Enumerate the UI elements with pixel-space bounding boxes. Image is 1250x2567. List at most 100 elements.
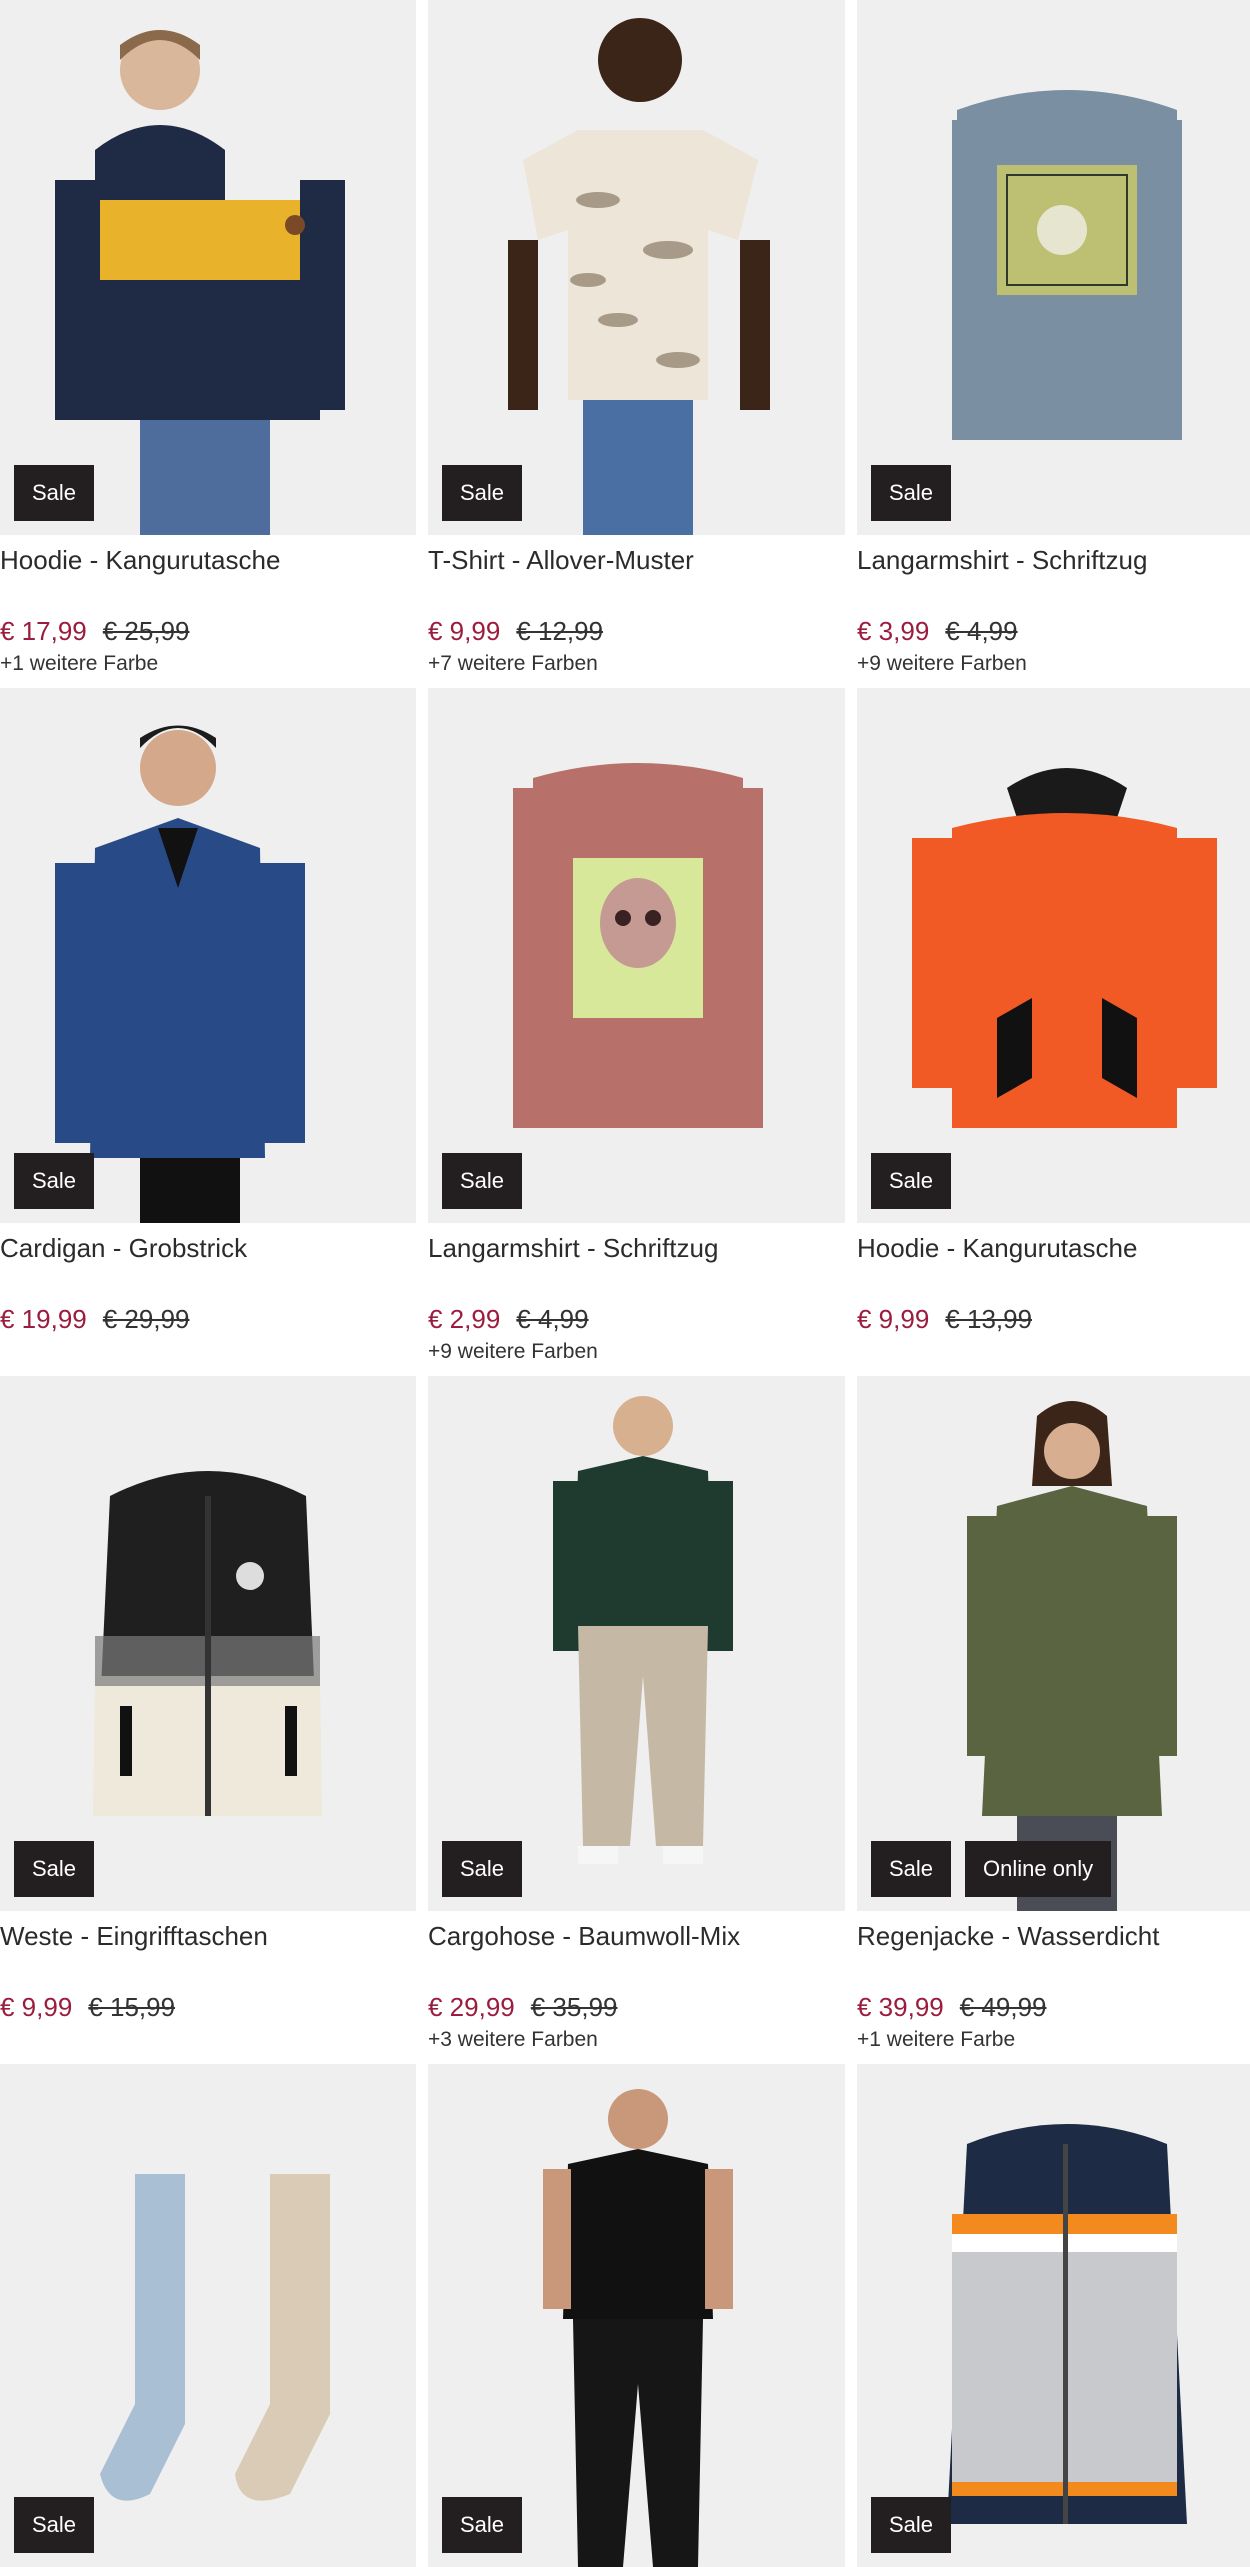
product-card[interactable]: Sale Hoodie - Kangurutasche € 9,99 € 13,9…	[857, 688, 1250, 1376]
product-image[interactable]: Sale	[0, 1376, 416, 1911]
old-price: € 12,99	[516, 616, 604, 646]
product-image[interactable]: Sale	[0, 0, 416, 535]
product-image[interactable]: Sale	[428, 688, 845, 1223]
product-info[interactable]: Regenjacke - Wasserdicht € 39,99 € 49,99 …	[857, 1911, 1250, 2064]
longsleeve-skull-image	[428, 688, 845, 1223]
sale-badge: Sale	[14, 1841, 95, 1897]
product-grid: Sale Hoodie - Kangurutasche € 17,99 € 25,…	[0, 0, 1250, 2567]
product-card[interactable]: Sale	[857, 2064, 1250, 2567]
product-name[interactable]: Hoodie - Kangurutasche	[0, 545, 280, 576]
price-row: € 9,99 € 15,99	[0, 1992, 175, 2023]
badge-group: Sale	[442, 465, 523, 521]
current-price: € 9,99	[857, 1304, 930, 1334]
sale-badge: Sale	[14, 1153, 95, 1209]
vest-image	[0, 1376, 416, 1911]
more-colors[interactable]: +1 weitere Farbe	[857, 2028, 1015, 2052]
product-name[interactable]: Hoodie - Kangurutasche	[857, 1233, 1137, 1264]
product-image[interactable]: Sale	[857, 688, 1250, 1223]
badge-group: Sale	[871, 465, 952, 521]
badge-group: Sale Online only	[871, 1841, 1112, 1897]
badge-group: Sale	[871, 2497, 952, 2553]
product-image[interactable]: Sale	[0, 688, 416, 1223]
old-price: € 4,99	[516, 1304, 589, 1334]
product-name[interactable]: T-Shirt - Allover-Muster	[428, 545, 694, 576]
more-colors[interactable]: +9 weitere Farben	[428, 1340, 598, 1364]
current-price: € 9,99	[0, 1992, 73, 2022]
product-info[interactable]: Langarmshirt - Schriftzug € 2,99 € 4,99 +…	[428, 1223, 845, 1376]
current-price: € 29,99	[428, 1992, 515, 2022]
badge-group: Sale	[14, 1841, 95, 1897]
sale-badge: Sale	[871, 1841, 952, 1897]
product-info[interactable]: Hoodie - Kangurutasche € 9,99 € 13,99	[857, 1223, 1250, 1376]
sale-badge: Sale	[442, 1153, 523, 1209]
tights-image	[0, 2064, 416, 2567]
product-info[interactable]: Hoodie - Kangurutasche € 17,99 € 25,99 +1…	[0, 535, 416, 688]
black-outfit-image	[428, 2064, 845, 2567]
product-name[interactable]: Langarmshirt - Schriftzug	[428, 1233, 718, 1264]
price-row: € 2,99 € 4,99	[428, 1304, 589, 1335]
product-card[interactable]: Sale Weste - Eingrifftaschen € 9,99 € 15,…	[0, 1376, 416, 2064]
product-card[interactable]: Sale T-Shirt - Allover-Muster € 9,99 € 12…	[428, 0, 845, 688]
product-image[interactable]: Sale Online only	[857, 1376, 1250, 1911]
product-name[interactable]: Regenjacke - Wasserdicht	[857, 1921, 1160, 1952]
product-card[interactable]: Sale	[0, 2064, 416, 2567]
product-name[interactable]: Langarmshirt - Schriftzug	[857, 545, 1147, 576]
more-colors[interactable]: +1 weitere Farbe	[0, 652, 158, 676]
sale-badge: Sale	[442, 465, 523, 521]
product-name[interactable]: Cargohose - Baumwoll-Mix	[428, 1921, 740, 1952]
sale-badge: Sale	[871, 465, 952, 521]
product-image[interactable]: Sale	[428, 1376, 845, 1911]
price-row: € 9,99 € 12,99	[428, 616, 603, 647]
old-price: € 25,99	[102, 616, 190, 646]
price-row: € 39,99 € 49,99	[857, 1992, 1047, 2023]
cardigan-image	[0, 688, 416, 1223]
badge-group: Sale	[14, 465, 95, 521]
badge-group: Sale	[442, 1153, 523, 1209]
product-info[interactable]: Weste - Eingrifftaschen € 9,99 € 15,99	[0, 1911, 416, 2064]
product-card[interactable]: Sale Hoodie - Kangurutasche € 17,99 € 25,…	[0, 0, 416, 688]
price-row: € 19,99 € 29,99	[0, 1304, 190, 1335]
product-info[interactable]: Langarmshirt - Schriftzug € 3,99 € 4,99 +…	[857, 535, 1250, 688]
current-price: € 9,99	[428, 616, 501, 646]
old-price: € 4,99	[945, 616, 1018, 646]
product-name[interactable]: Weste - Eingrifftaschen	[0, 1921, 268, 1952]
sale-badge: Sale	[871, 1153, 952, 1209]
sale-badge: Sale	[442, 2497, 523, 2553]
old-price: € 49,99	[959, 1992, 1047, 2022]
sale-badge: Sale	[14, 465, 95, 521]
product-image[interactable]: Sale	[428, 0, 845, 535]
product-name[interactable]: Cardigan - Grobstrick	[0, 1233, 247, 1264]
current-price: € 3,99	[857, 616, 930, 646]
product-image[interactable]: Sale	[857, 0, 1250, 535]
raincoat-image	[857, 1376, 1250, 1911]
price-row: € 29,99 € 35,99	[428, 1992, 618, 2023]
price-row: € 17,99 € 25,99	[0, 616, 190, 647]
product-card[interactable]: Sale Cargohose - Baumwoll-Mix € 29,99 € 3…	[428, 1376, 845, 2064]
more-colors[interactable]: +9 weitere Farben	[857, 652, 1027, 676]
more-colors[interactable]: +3 weitere Farben	[428, 2028, 598, 2052]
product-card[interactable]: Sale	[428, 2064, 845, 2567]
product-info[interactable]: Cardigan - Grobstrick € 19,99 € 29,99	[0, 1223, 416, 1376]
product-image[interactable]: Sale	[428, 2064, 845, 2567]
product-image[interactable]: Sale	[0, 2064, 416, 2567]
current-price: € 2,99	[428, 1304, 501, 1334]
tshirt-image	[428, 0, 845, 535]
price-row: € 9,99 € 13,99	[857, 1304, 1032, 1335]
product-info[interactable]: Cargohose - Baumwoll-Mix € 29,99 € 35,99 …	[428, 1911, 845, 2064]
product-info[interactable]: T-Shirt - Allover-Muster € 9,99 € 12,99 +…	[428, 535, 845, 688]
product-card[interactable]: Sale Online only Regenjacke - Wasserdich…	[857, 1376, 1250, 2064]
product-card[interactable]: Sale Langarmshirt - Schriftzug € 3,99 € 4…	[857, 0, 1250, 688]
old-price: € 13,99	[945, 1304, 1033, 1334]
product-image[interactable]: Sale	[857, 2064, 1250, 2567]
product-card[interactable]: Sale Cardigan - Grobstrick € 19,99 € 29,9…	[0, 688, 416, 1376]
hoodie-orange-image	[857, 688, 1250, 1223]
longsleeve-image	[857, 0, 1250, 535]
badge-group: Sale	[14, 2497, 95, 2553]
sale-badge: Sale	[14, 2497, 95, 2553]
badge-group: Sale	[14, 1153, 95, 1209]
sale-badge: Sale	[871, 2497, 952, 2553]
more-colors[interactable]: +7 weitere Farben	[428, 652, 598, 676]
product-card[interactable]: Sale Langarmshirt - Schriftzug € 2,99 € 4…	[428, 688, 845, 1376]
current-price: € 39,99	[857, 1992, 944, 2022]
old-price: € 29,99	[102, 1304, 190, 1334]
